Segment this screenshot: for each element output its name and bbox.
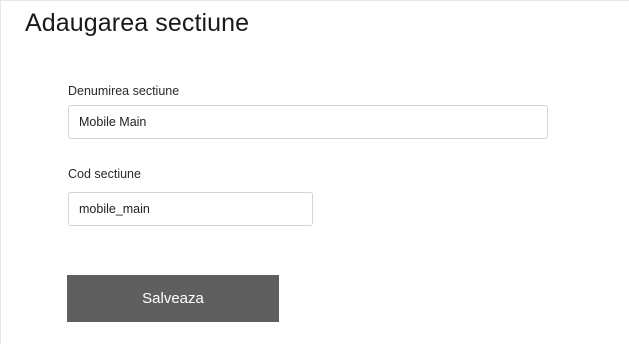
section-code-input[interactable]	[68, 192, 313, 226]
section-name-label: Denumirea sectiune	[68, 84, 180, 98]
page-title: Adaugarea sectiune	[25, 9, 250, 37]
save-button[interactable]: Salveaza	[67, 275, 279, 322]
section-code-label: Cod sectiune	[68, 167, 141, 181]
section-create-page: Adaugarea sectiune Denumirea sectiune Co…	[0, 0, 629, 344]
section-name-input[interactable]	[68, 105, 548, 139]
